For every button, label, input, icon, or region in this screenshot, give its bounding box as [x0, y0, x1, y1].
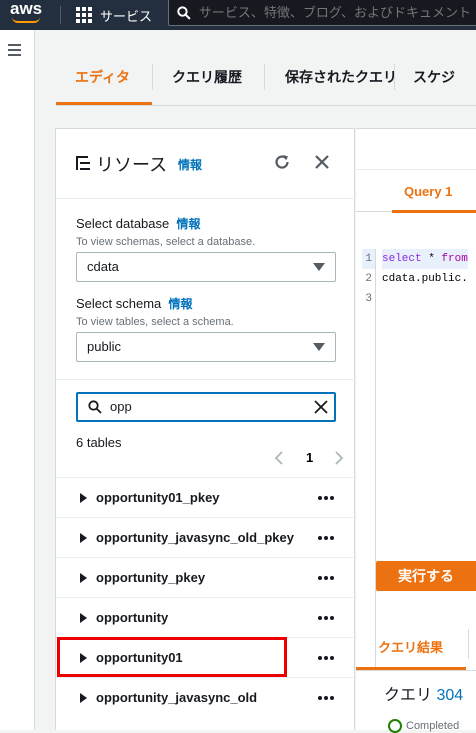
table-name: opportunity_pkey [96, 570, 206, 585]
tab-saved-queries[interactable]: 保存されたクエリ [285, 58, 397, 105]
select-database-label: Select database 情報 [76, 216, 201, 231]
code-line: select * from [382, 249, 468, 269]
select-schema-label: Select schema 情報 [76, 296, 193, 311]
resources-header: リソース 情報 [56, 129, 356, 198]
tab-divider [264, 64, 265, 90]
table-name: opportunity_javasync_old [96, 690, 258, 705]
search-icon [88, 400, 102, 414]
query-tab-bar: Query 1 [356, 169, 476, 213]
table-filter[interactable] [76, 392, 336, 422]
resources-tree-icon [76, 156, 90, 170]
select-schema-info-link[interactable]: 情報 [169, 297, 193, 311]
page-number[interactable]: 1 [306, 450, 313, 465]
query-id-link[interactable]: 304 [436, 687, 463, 704]
refresh-icon[interactable] [273, 153, 291, 171]
caret-down-icon [313, 343, 325, 351]
tab-divider [152, 64, 153, 90]
nav-divider [60, 6, 61, 24]
table-filter-input[interactable] [110, 399, 300, 414]
tab-schedule[interactable]: スケジ [413, 58, 455, 105]
expand-caret-icon[interactable] [80, 613, 87, 623]
table-row[interactable]: opportunity01_pkey [56, 477, 356, 517]
table-name: opportunity_javasync_old_pkey [96, 530, 294, 545]
select-schema-hint: To view tables, select a schema. [76, 316, 234, 328]
top-nav-bar: aws サービス [0, 0, 476, 30]
more-actions-icon[interactable] [318, 576, 336, 580]
aws-logo-smile [12, 17, 40, 23]
table-list: opportunity01_pkey opportunity_javasync_… [56, 477, 356, 717]
table-row[interactable]: opportunity_javasync_old [56, 677, 356, 717]
search-icon [177, 5, 191, 20]
grid-icon [76, 7, 92, 23]
global-search-input[interactable] [198, 5, 476, 20]
expand-caret-icon[interactable] [80, 493, 87, 503]
database-select[interactable]: cdata [76, 252, 336, 282]
line-number: 2 [365, 273, 372, 285]
clear-icon[interactable] [314, 400, 328, 414]
services-label: サービス [100, 8, 153, 24]
resources-title: リソース [96, 155, 168, 175]
line-number-gutter: 1 2 3 [362, 249, 376, 669]
tab-query-results[interactable]: クエリ結果 [378, 637, 443, 656]
expand-caret-icon[interactable] [80, 573, 87, 583]
sql-editor[interactable]: select * from cdata.public. [382, 249, 468, 289]
close-icon[interactable] [313, 153, 331, 171]
table-count: 6 tables [76, 435, 122, 450]
query-status: Completed [388, 719, 459, 733]
line-number: 1 [362, 249, 375, 269]
query-editor-panel: Query 1 1 2 3 select * from cdata.public… [356, 128, 476, 733]
schema-select[interactable]: public [76, 332, 336, 362]
line-number: 3 [365, 293, 372, 305]
header-divider [56, 198, 356, 199]
tab-query-1[interactable]: Query 1 [404, 184, 452, 199]
tab-editor[interactable]: エディタ [75, 58, 130, 105]
expand-caret-icon[interactable] [80, 533, 87, 543]
more-actions-icon[interactable] [318, 696, 336, 700]
query-tab-indicator [392, 210, 476, 213]
section-divider [56, 379, 356, 380]
query-id-heading: クエリ 304 [384, 687, 464, 704]
editor-tabs: エディタ クエリ履歴 保存されたクエリ スケジ [56, 58, 476, 106]
table-name: opportunity01_pkey [96, 490, 220, 505]
hamburger-menu-icon[interactable] [8, 44, 21, 59]
highlight-box [57, 637, 287, 677]
table-name: opportunity [96, 610, 169, 625]
more-actions-icon[interactable] [318, 616, 336, 620]
services-menu-button[interactable]: サービス [76, 0, 152, 30]
code-line: cdata.public. [382, 273, 468, 285]
tab-query-history[interactable]: クエリ履歴 [172, 58, 242, 105]
tab-active-indicator [56, 102, 152, 105]
more-actions-icon[interactable] [318, 536, 336, 540]
global-search[interactable] [168, 0, 476, 26]
database-select-value: cdata [87, 259, 119, 274]
chevron-left-icon[interactable] [274, 451, 284, 465]
run-button[interactable]: 実行する [376, 561, 476, 591]
more-actions-icon[interactable] [318, 656, 336, 660]
caret-down-icon [313, 263, 325, 271]
aws-logo[interactable]: aws [10, 0, 42, 18]
schema-select-value: public [87, 339, 121, 354]
left-rail [0, 30, 35, 730]
table-row[interactable]: opportunity_javasync_old_pkey [56, 517, 356, 557]
tab-divider [468, 629, 469, 659]
resources-info-link[interactable]: 情報 [178, 156, 202, 173]
select-database-info-link[interactable]: 情報 [176, 217, 200, 231]
expand-caret-icon[interactable] [80, 693, 87, 703]
tab-divider [394, 64, 395, 90]
select-database-hint: To view schemas, select a database. [76, 236, 256, 248]
success-check-icon [388, 719, 402, 733]
chevron-right-icon[interactable] [334, 451, 344, 465]
table-row[interactable]: opportunity [56, 597, 356, 637]
more-actions-icon[interactable] [318, 496, 336, 500]
query-status-text: Completed [406, 720, 460, 732]
results-divider [356, 670, 476, 671]
table-row[interactable]: opportunity_pkey [56, 557, 356, 597]
